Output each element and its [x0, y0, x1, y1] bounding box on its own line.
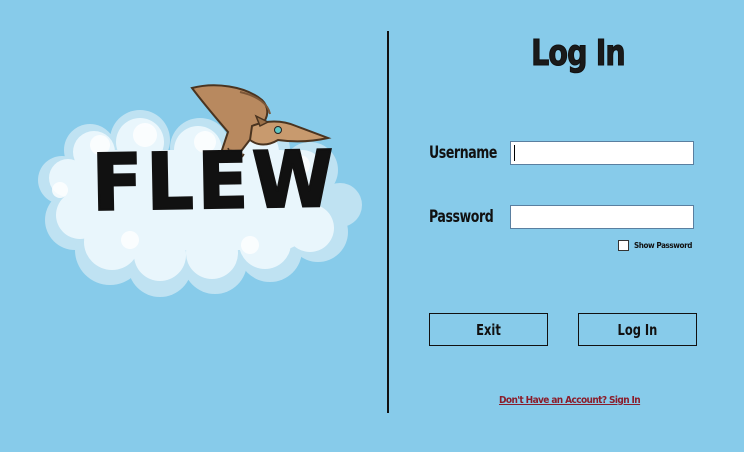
page-title: Log In — [531, 33, 626, 75]
exit-button-label: Exit — [476, 320, 501, 339]
username-field[interactable] — [510, 141, 694, 165]
show-password-label: Show Password — [634, 240, 692, 250]
login-button[interactable]: Log In — [578, 313, 697, 346]
vertical-divider — [387, 31, 389, 413]
show-password-checkbox[interactable] — [618, 239, 629, 251]
password-label: Password — [429, 207, 494, 227]
text-caret — [514, 145, 515, 161]
signup-link[interactable]: Don't Have an Account? Sign In — [499, 395, 641, 406]
username-label: Username — [429, 143, 498, 163]
password-field[interactable] — [510, 205, 694, 229]
show-password-toggle[interactable]: Show Password — [618, 238, 692, 252]
exit-button[interactable]: Exit — [429, 313, 548, 346]
login-button-label: Log In — [617, 320, 658, 339]
flew-wordmark: FLEW — [90, 134, 339, 230]
logo-panel: FLEW — [0, 0, 388, 448]
